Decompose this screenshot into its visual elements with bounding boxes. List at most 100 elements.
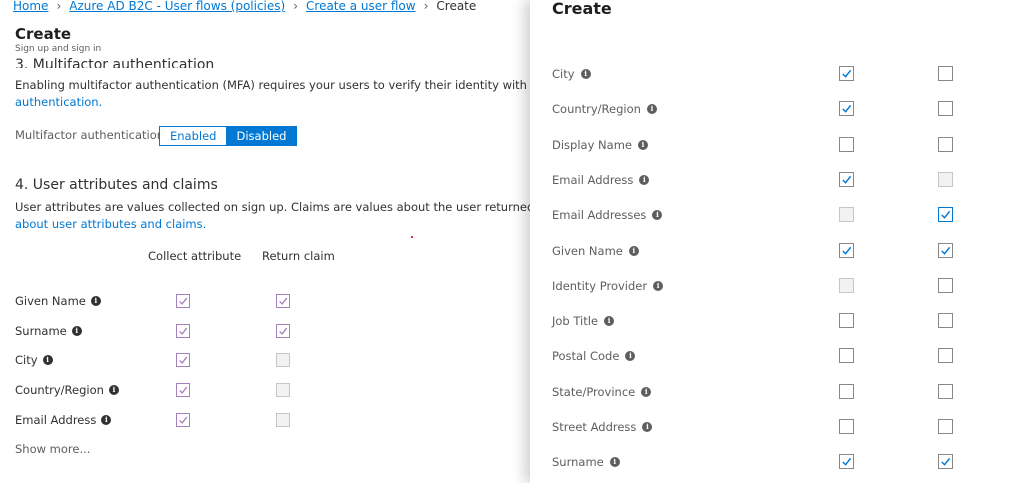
panel-return-checkbox-display-name[interactable] bbox=[938, 136, 953, 152]
panel-return-checkbox-email-address[interactable] bbox=[938, 171, 953, 187]
info-icon[interactable]: i bbox=[108, 385, 119, 396]
panel-attribute-label-display-name: Display Name i bbox=[552, 138, 648, 152]
attribute-label-given-name: Given Name i bbox=[15, 294, 101, 308]
attribute-label-surname: Surname i bbox=[15, 324, 82, 338]
panel-collect-checkbox-display-name[interactable] bbox=[839, 136, 854, 152]
panel-return-checkbox-given-name[interactable] bbox=[938, 242, 953, 258]
checkmark-icon bbox=[842, 175, 852, 184]
mfa-disabled-option[interactable]: Disabled bbox=[226, 127, 297, 145]
panel-return-checkbox-email-addresses[interactable] bbox=[938, 207, 953, 223]
checkmark-icon bbox=[842, 69, 852, 78]
panel-attribute-label-identity-provider: Identity Provider i bbox=[552, 278, 664, 293]
panel-attribute-label-postal-code: Postal Code i bbox=[552, 349, 636, 364]
mfa-enabled-option[interactable]: Enabled bbox=[160, 127, 227, 145]
collect-checkbox-given-name[interactable] bbox=[176, 294, 190, 308]
info-icon[interactable]: i bbox=[604, 316, 615, 327]
breadcrumb: Home › Azure AD B2C - User flows (policies… bbox=[13, 0, 476, 13]
panel-return-checkbox-postal-code[interactable] bbox=[938, 348, 953, 364]
panel-collect-checkbox-country-region[interactable] bbox=[839, 101, 854, 117]
mfa-toggle: Enabled Disabled bbox=[159, 126, 298, 146]
attribute-name: Job Title bbox=[552, 314, 599, 329]
panel-collect-checkbox-given-name[interactable] bbox=[839, 242, 854, 258]
collect-checkbox-city[interactable] bbox=[176, 353, 190, 368]
return-checkbox-country-region[interactable] bbox=[276, 383, 290, 398]
collect-attribute-header: Collect attribute bbox=[148, 249, 242, 263]
checkmark-icon bbox=[179, 297, 188, 305]
panel-return-checkbox-surname[interactable] bbox=[938, 454, 953, 470]
chevron-right-icon: › bbox=[56, 0, 62, 13]
attribute-name: Country/Region bbox=[552, 102, 641, 117]
checkmark-icon bbox=[941, 458, 951, 467]
mfa-description-text: Enabling multifactor authentication (MFA… bbox=[15, 78, 530, 92]
breadcrumb-home[interactable]: Home bbox=[13, 0, 48, 13]
panel-collect-checkbox-street-address[interactable] bbox=[839, 419, 854, 434]
info-icon[interactable]: i bbox=[652, 210, 663, 221]
panel-return-checkbox-job-title[interactable] bbox=[938, 313, 953, 329]
breadcrumb-user-flows[interactable]: Azure AD B2C - User flows (policies) bbox=[69, 0, 285, 13]
panel-collect-checkbox-city[interactable] bbox=[839, 66, 854, 81]
checkmark-icon bbox=[279, 327, 288, 335]
attribute-name: Country/Region bbox=[15, 383, 104, 398]
breadcrumb-create-user-flow[interactable]: Create a user flow bbox=[306, 0, 416, 13]
return-checkbox-email-address[interactable] bbox=[276, 412, 290, 427]
checkmark-icon bbox=[842, 458, 852, 467]
info-icon[interactable]: i bbox=[580, 69, 591, 79]
collect-checkbox-email-address[interactable] bbox=[176, 412, 190, 427]
panel-collect-checkbox-email-address[interactable] bbox=[839, 171, 854, 187]
return-checkbox-surname[interactable] bbox=[276, 323, 290, 338]
info-icon[interactable]: i bbox=[609, 457, 620, 468]
attribute-name: Identity Provider bbox=[552, 278, 648, 293]
mfa-description: Enabling multifactor authentication (MFA… bbox=[15, 77, 530, 110]
info-icon[interactable]: i bbox=[641, 386, 652, 397]
attribute-name: Display Name bbox=[552, 137, 632, 152]
background-blade: Home › Azure AD B2C - User flows (policies… bbox=[0, 0, 530, 483]
info-icon[interactable]: i bbox=[71, 325, 82, 336]
panel-return-checkbox-identity-provider[interactable] bbox=[938, 277, 953, 293]
info-icon[interactable]: i bbox=[639, 174, 650, 185]
attribute-name: Given Name bbox=[15, 294, 86, 308]
info-icon[interactable]: i bbox=[646, 104, 657, 115]
panel-collect-checkbox-surname[interactable] bbox=[839, 454, 854, 470]
info-icon[interactable]: i bbox=[101, 414, 112, 425]
attribute-label-country-region: Country/Region i bbox=[15, 383, 119, 397]
panel-return-checkbox-country-region[interactable] bbox=[938, 101, 953, 117]
panel-collect-checkbox-job-title[interactable] bbox=[839, 313, 854, 329]
info-icon[interactable]: i bbox=[625, 351, 636, 362]
collect-checkbox-surname[interactable] bbox=[176, 323, 190, 338]
panel-collect-checkbox-identity-provider[interactable] bbox=[839, 277, 854, 293]
attribute-label-email-address: Email Address i bbox=[15, 412, 112, 427]
info-icon[interactable]: i bbox=[90, 296, 101, 306]
attribute-name: Postal Code bbox=[552, 349, 620, 364]
attribute-name: City bbox=[552, 67, 575, 81]
red-dot bbox=[411, 236, 413, 238]
info-icon[interactable]: i bbox=[42, 355, 53, 366]
chevron-right-icon: › bbox=[293, 0, 299, 13]
checkmark-icon bbox=[941, 246, 951, 255]
panel-return-checkbox-state-province[interactable] bbox=[938, 383, 953, 399]
info-icon[interactable]: i bbox=[642, 422, 653, 432]
attributes-learn-more-link[interactable]: about user attributes and claims. bbox=[15, 217, 206, 231]
attributes-section-heading: 4. User attributes and claims bbox=[15, 177, 218, 193]
panel-title: Create bbox=[552, 0, 612, 18]
panel-return-checkbox-city[interactable] bbox=[938, 66, 953, 81]
panel-attribute-label-city: City i bbox=[552, 67, 591, 81]
attribute-name: Email Addresses bbox=[552, 208, 647, 223]
return-checkbox-city[interactable] bbox=[276, 353, 290, 368]
panel-attribute-label-email-addresses: Email Addresses i bbox=[552, 208, 663, 223]
attributes-description: User attributes are values collected on … bbox=[15, 199, 530, 232]
collect-checkbox-country-region[interactable] bbox=[176, 383, 190, 398]
mfa-learn-more-link[interactable]: authentication. bbox=[15, 95, 102, 109]
panel-collect-checkbox-postal-code[interactable] bbox=[839, 348, 854, 364]
checkmark-icon bbox=[941, 211, 951, 219]
info-icon[interactable]: i bbox=[653, 280, 664, 291]
panel-collect-checkbox-email-addresses[interactable] bbox=[839, 207, 854, 223]
panel-attribute-label-given-name: Given Name i bbox=[552, 244, 639, 258]
show-more-link[interactable]: Show more... bbox=[15, 442, 90, 456]
return-checkbox-given-name[interactable] bbox=[276, 294, 290, 308]
attribute-name: Email Address bbox=[15, 412, 97, 427]
checkmark-icon bbox=[842, 105, 852, 114]
info-icon[interactable]: i bbox=[637, 139, 648, 150]
panel-return-checkbox-street-address[interactable] bbox=[938, 419, 953, 434]
info-icon[interactable]: i bbox=[628, 245, 639, 256]
panel-collect-checkbox-state-province[interactable] bbox=[839, 383, 854, 399]
